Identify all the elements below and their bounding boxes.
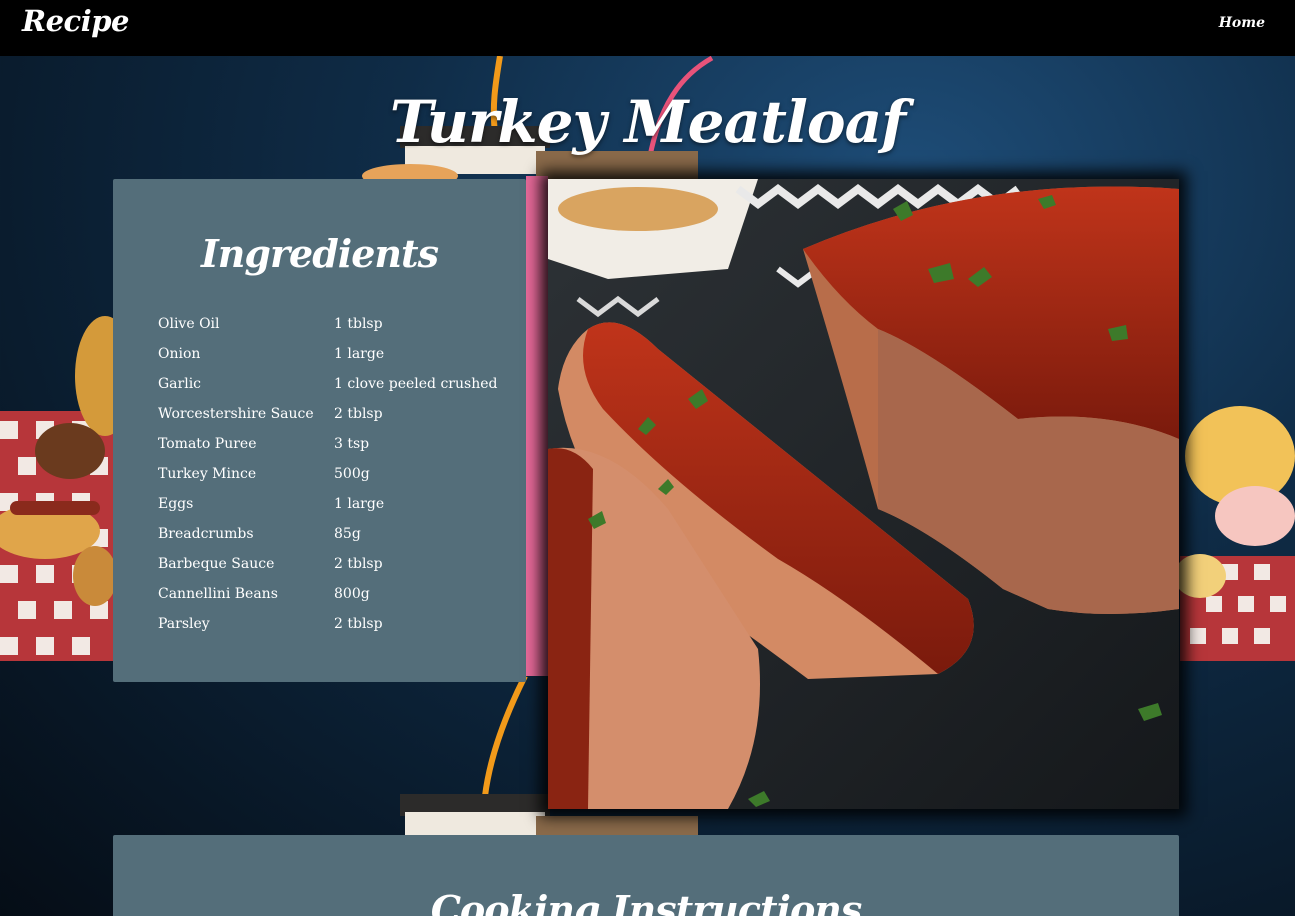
ingredient-row: Barbeque Sauce 2 tblsp (158, 556, 497, 586)
recipe-title: Turkey Meatloaf (389, 88, 906, 156)
right-food-image (1174, 406, 1295, 661)
ingredient-row: Tomato Puree 3 tsp (158, 436, 497, 466)
ingredient-row: Turkey Mince 500g (158, 466, 497, 496)
instructions-heading: Cooking Instructions (430, 887, 863, 916)
ingredient-amount: 1 tblsp (334, 316, 383, 332)
ingredient-amount: 1 large (334, 346, 385, 362)
ingredient-row: Eggs 1 large (158, 496, 497, 526)
ingredient-row: Olive Oil 1 tblsp (158, 316, 497, 346)
nav-home-link[interactable]: Home (1219, 15, 1265, 31)
ingredient-name: Onion (158, 346, 201, 362)
ingredient-row: Breadcrumbs 85g (158, 526, 497, 556)
ingredient-row: Garlic 1 clove peeled crushed (158, 376, 497, 406)
ingredients-table: Olive Oil 1 tblsp Onion 1 large Garlic 1… (158, 316, 497, 646)
ingredient-name: Breadcrumbs (158, 526, 254, 542)
meatloaf-illustration (548, 179, 1179, 809)
ingredient-amount: 800g (334, 586, 370, 602)
instructions-card: Cooking Instructions (113, 835, 1179, 916)
ingredient-row: Cannellini Beans 800g (158, 586, 497, 616)
ingredient-row: Worcestershire Sauce 2 tblsp (158, 406, 497, 436)
ingredient-amount: 85g (334, 526, 361, 542)
ingredient-name: Parsley (158, 616, 210, 632)
brand-logo[interactable]: Recipe (22, 4, 129, 38)
ingredient-name: Olive Oil (158, 316, 220, 332)
ingredient-name: Garlic (158, 376, 202, 392)
ingredient-row: Onion 1 large (158, 346, 497, 376)
ingredient-name: Eggs (158, 496, 194, 512)
ingredient-amount: 2 tblsp (334, 406, 383, 422)
ingredient-row: Parsley 2 tblsp (158, 616, 497, 646)
ingredients-heading: Ingredients (201, 231, 439, 276)
ingredient-amount: 500g (334, 466, 370, 482)
top-navbar: Recipe Home (0, 0, 1295, 56)
ingredient-name: Cannellini Beans (158, 586, 278, 602)
ingredient-amount: 2 tblsp (334, 556, 383, 572)
ingredient-amount: 3 tsp (334, 436, 370, 452)
ingredient-name: Worcestershire Sauce (158, 406, 314, 422)
meatloaf-photo (548, 179, 1179, 809)
ingredients-card: Ingredients Olive Oil 1 tblsp Onion 1 la… (113, 179, 526, 682)
ingredient-amount: 2 tblsp (334, 616, 383, 632)
ingredient-name: Barbeque Sauce (158, 556, 275, 572)
ingredient-name: Tomato Puree (158, 436, 257, 452)
ingredient-amount: 1 large (334, 496, 385, 512)
ingredient-amount: 1 clove peeled crushed (334, 376, 498, 392)
ingredient-name: Turkey Mince (158, 466, 257, 482)
